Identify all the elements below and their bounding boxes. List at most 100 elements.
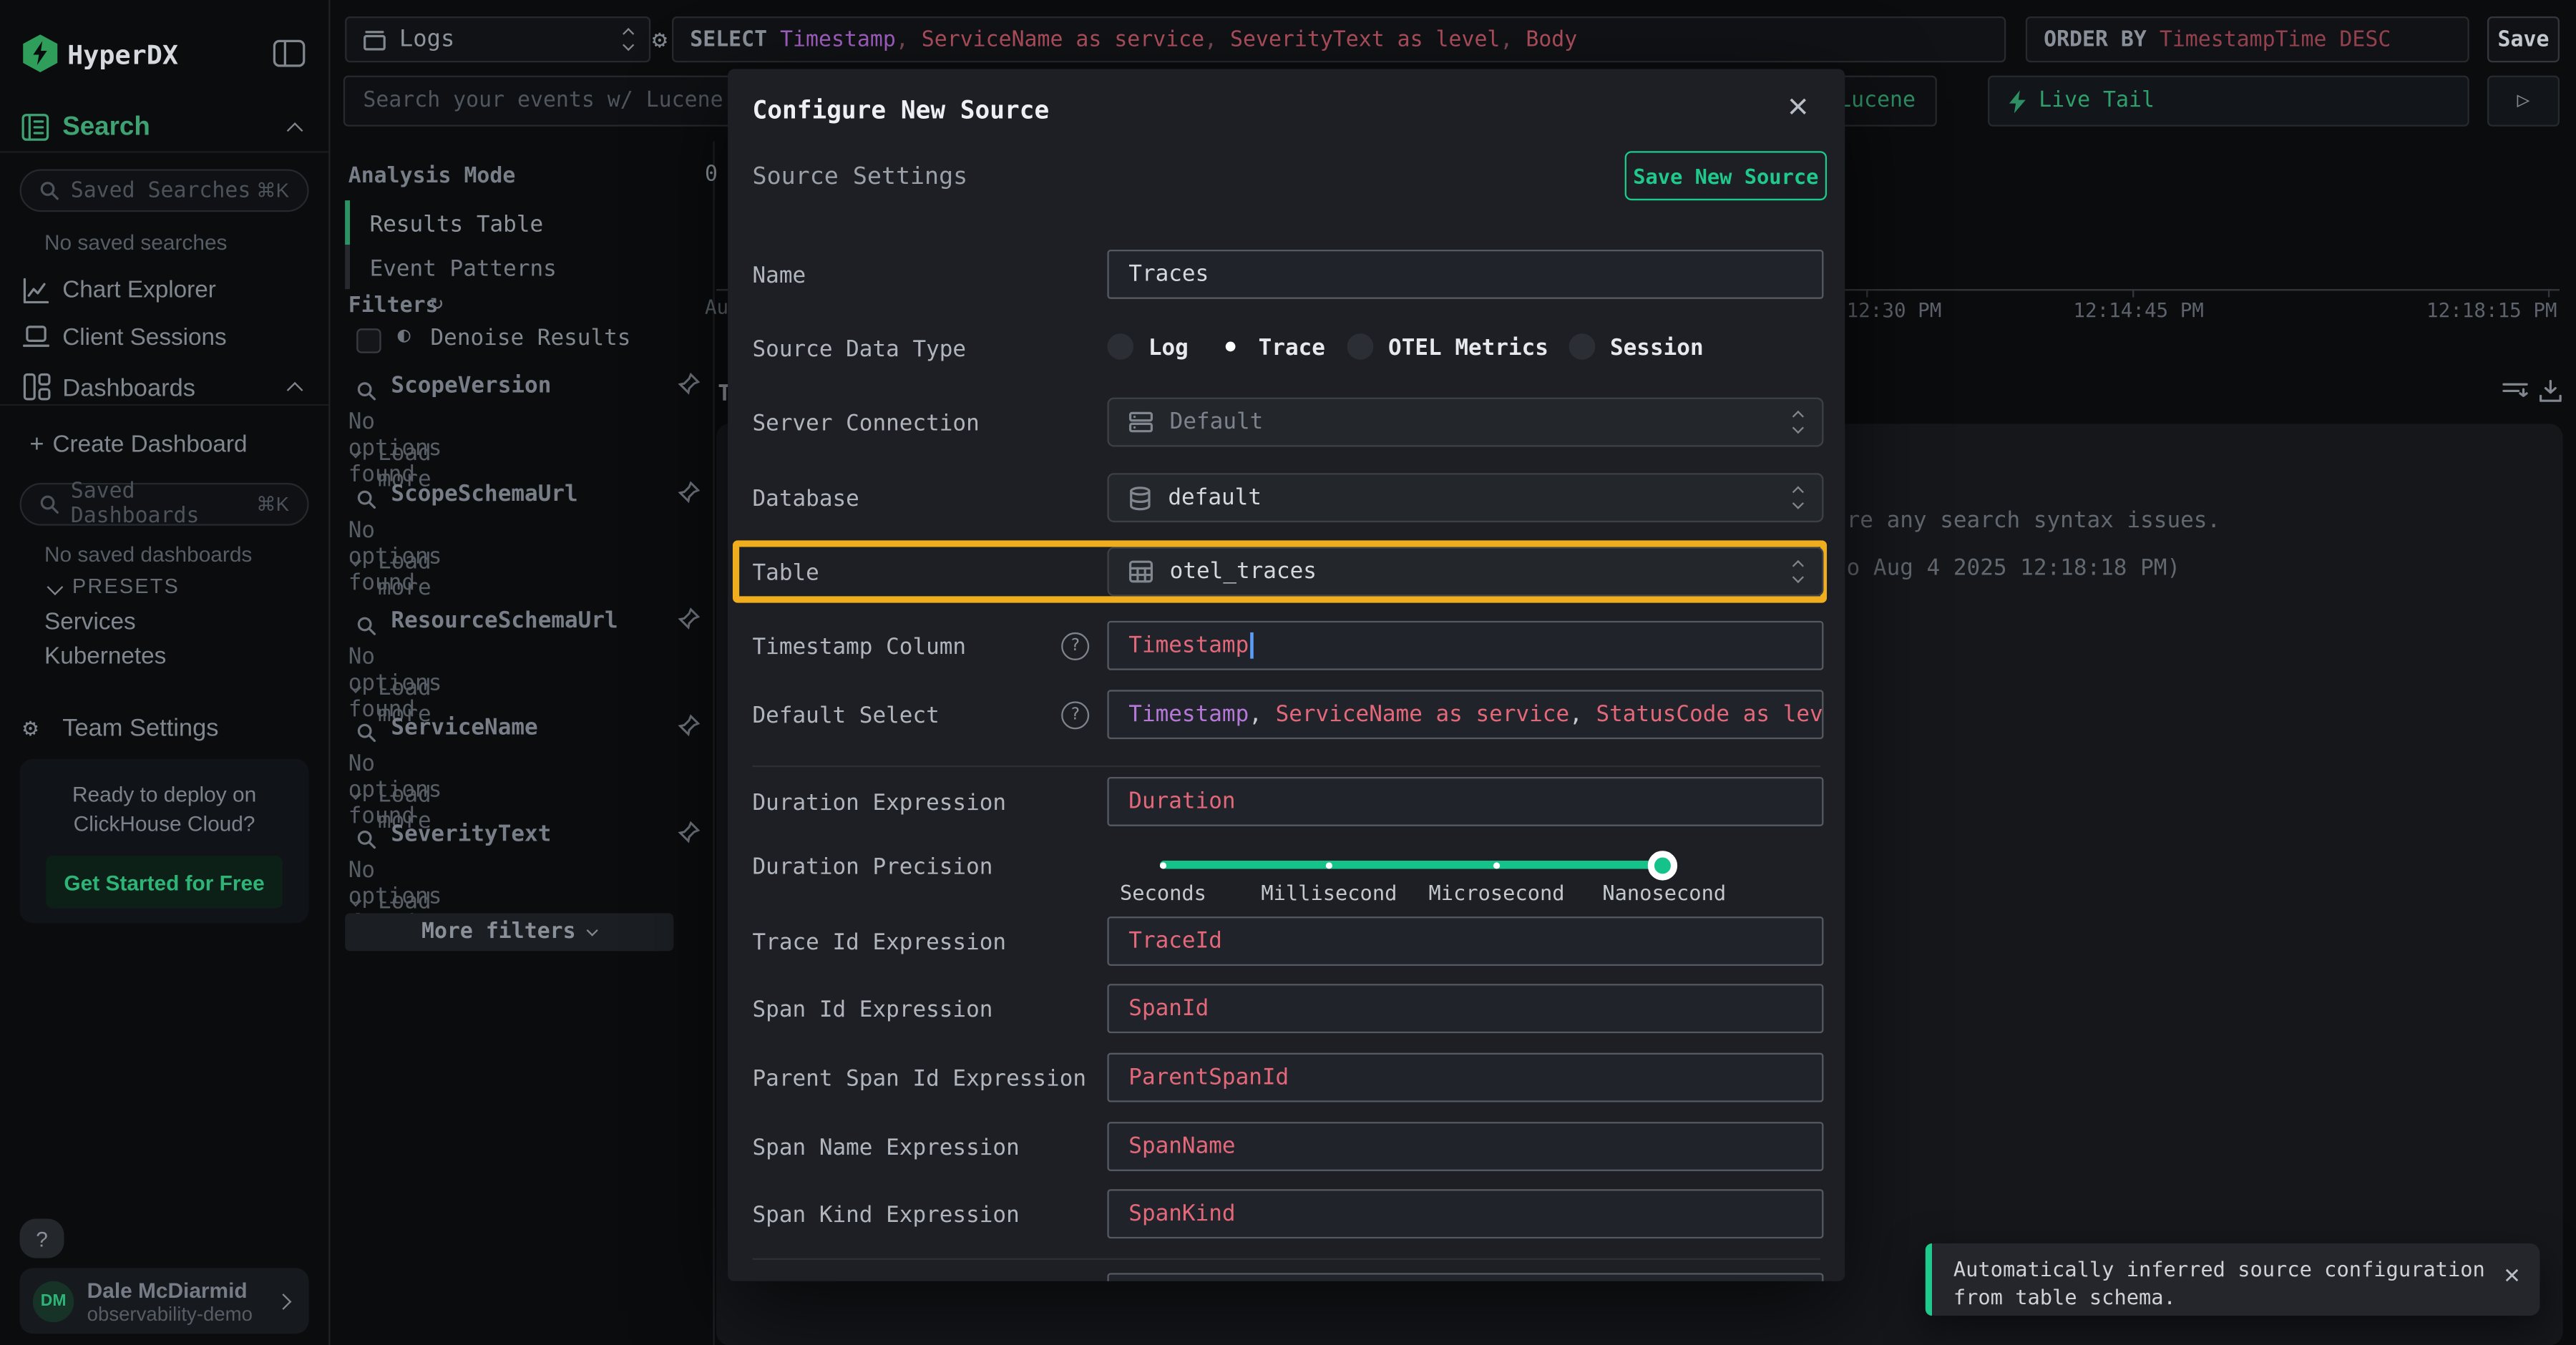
pin-icon[interactable]: [677, 479, 700, 511]
get-started-button[interactable]: Get Started for Free: [46, 856, 283, 908]
radio-otel-metrics[interactable]: [1347, 333, 1374, 360]
span-kind-input[interactable]: SpanKind: [1107, 1189, 1823, 1238]
timestamp-column-input[interactable]: Timestamp: [1107, 621, 1823, 670]
lightning-icon: [2009, 89, 2026, 112]
refresh-icon[interactable]: ↻: [431, 290, 444, 315]
help-button[interactable]: ?: [20, 1219, 64, 1258]
server-connection-label: Server Connection: [753, 411, 980, 437]
server-connection-select[interactable]: Default: [1107, 398, 1823, 447]
sidebar-item-dashboards[interactable]: Dashboards: [62, 374, 195, 402]
sql-comma: ,: [1500, 27, 1513, 52]
sql-token: Timestamp: [767, 27, 896, 52]
download-icon[interactable]: [2538, 379, 2562, 411]
archive-box-icon: [363, 29, 386, 50]
divider: [753, 1258, 1820, 1260]
filter-group-name[interactable]: ScopeSchemaUrl: [391, 481, 577, 508]
radio-session[interactable]: [1569, 333, 1596, 360]
lucene-label: Lucene: [1838, 89, 1916, 113]
slider-label-millisecond[interactable]: Millisecond: [1261, 881, 1397, 905]
radio-otel-metrics-label[interactable]: OTEL Metrics: [1388, 335, 1548, 361]
mode-results-table[interactable]: Results Table: [345, 200, 543, 245]
modal-close-icon[interactable]: ×: [1787, 85, 1809, 128]
promo-line2: ClickHouse Cloud?: [20, 811, 309, 836]
duration-expression-input[interactable]: Duration: [1107, 777, 1823, 826]
slider-thumb[interactable]: [1648, 851, 1677, 880]
duration-precision-slider[interactable]: [1160, 861, 1664, 869]
table-label: Table: [753, 560, 819, 587]
sidebar-item-search[interactable]: Search: [62, 113, 150, 142]
sql-token: SeverityText as level: [1217, 27, 1500, 52]
span-name-label: Span Name Expression: [753, 1135, 1020, 1161]
database-icon: [1128, 485, 1151, 509]
default-select-input[interactable]: Timestamp, ServiceName as service, Statu…: [1107, 690, 1823, 739]
denoise-checkbox[interactable]: [356, 328, 381, 353]
toast-close-icon[interactable]: ×: [2504, 1260, 2520, 1293]
run-query-button[interactable]: ▷: [2487, 76, 2560, 127]
filter-group-name[interactable]: SeverityText: [391, 821, 551, 848]
saved-dashboards-input[interactable]: Saved Dashboards ⌘K: [20, 483, 309, 526]
dashboards-icon: [23, 373, 51, 407]
presets-label[interactable]: PRESETS: [72, 575, 180, 598]
user-menu[interactable]: DM Dale McDiarmid observability-demo: [20, 1268, 309, 1334]
sidebar-item-services[interactable]: Services: [44, 610, 136, 636]
sidebar-item-client-sessions[interactable]: Client Sessions: [62, 326, 226, 352]
slider-label-seconds[interactable]: Seconds: [1120, 881, 1206, 905]
sidebar-item-kubernetes[interactable]: Kubernetes: [44, 644, 166, 670]
search-collapse-chevron-icon[interactable]: [287, 122, 303, 139]
filter-group-name[interactable]: ResourceSchemaUrl: [391, 607, 618, 634]
toast-line1: Automatically inferred source configurat…: [1953, 1256, 2485, 1281]
span-name-input[interactable]: SpanName: [1107, 1122, 1823, 1171]
pin-icon[interactable]: [677, 371, 700, 403]
mode-event-patterns[interactable]: Event Patterns: [345, 245, 557, 289]
table-select[interactable]: otel_traces: [1107, 547, 1823, 597]
load-more-button[interactable]: Load more: [378, 549, 431, 601]
name-input[interactable]: Traces: [1107, 250, 1823, 299]
radio-log-label[interactable]: Log: [1148, 335, 1189, 361]
pin-icon[interactable]: [677, 820, 700, 851]
dashboards-collapse-chevron-icon[interactable]: [287, 382, 303, 398]
live-tail-button[interactable]: Live Tail: [1988, 76, 2469, 127]
user-org: observability-demo: [87, 1302, 253, 1325]
sidebar-item-team-settings[interactable]: Team Settings: [62, 715, 218, 743]
span-id-input[interactable]: SpanId: [1107, 984, 1823, 1033]
slider-label-microsecond[interactable]: Microsecond: [1429, 881, 1565, 905]
save-new-source-button[interactable]: Save New Source: [1625, 151, 1827, 200]
sidebar-item-chart-explorer[interactable]: Chart Explorer: [62, 278, 216, 304]
user-name: Dale McDiarmid: [87, 1277, 253, 1301]
sidebar-collapse-icon[interactable]: [273, 39, 306, 74]
chevron-right-icon: [275, 1293, 292, 1309]
select-chevrons-icon: [1794, 412, 1802, 432]
ds-token: Timestamp: [1128, 701, 1249, 728]
ds-comma: ,: [1569, 701, 1596, 728]
toast-line2: from table schema.: [1953, 1284, 2176, 1309]
source-settings-gear-icon[interactable]: ⚙: [652, 24, 667, 54]
radio-log[interactable]: [1107, 333, 1133, 360]
saved-searches-input[interactable]: Saved Searches ⌘K: [20, 169, 309, 212]
denoise-label[interactable]: Denoise Results: [431, 326, 631, 352]
save-new-source-label: Save New Source: [1633, 163, 1818, 187]
create-dashboard-button[interactable]: Create Dashboard: [52, 432, 247, 459]
slider-label-nanosecond[interactable]: Nanosecond: [1602, 881, 1726, 905]
filter-group-name[interactable]: ScopeVersion: [391, 373, 551, 399]
configure-source-modal: Configure New Source × Source Settings S…: [728, 69, 1845, 1281]
radio-session-label[interactable]: Session: [1610, 335, 1704, 361]
save-button[interactable]: Save: [2487, 16, 2560, 62]
timestamp-column-value: Timestamp: [1128, 632, 1249, 659]
pin-icon[interactable]: [677, 713, 700, 744]
more-filters-button[interactable]: More filters: [345, 914, 673, 952]
trace-id-input[interactable]: TraceId: [1107, 916, 1823, 966]
filter-group-name[interactable]: ServiceName: [391, 715, 537, 741]
order-by-bar[interactable]: ORDER BY TimestampTime DESC: [2026, 16, 2469, 62]
search-section-icon: [21, 113, 49, 147]
column-settings-icon[interactable]: [2502, 379, 2529, 411]
slider-dot: [1493, 861, 1500, 868]
database-select[interactable]: default: [1107, 473, 1823, 522]
pin-icon[interactable]: [677, 606, 700, 637]
source-select[interactable]: Logs: [345, 16, 650, 62]
saved-searches-placeholder: Saved Searches: [71, 178, 251, 202]
radio-trace-label[interactable]: Trace: [1259, 335, 1325, 361]
parent-span-id-input[interactable]: ParentSpanId: [1107, 1053, 1823, 1102]
sql-select-bar[interactable]: SELECT Timestamp, ServiceName as service…: [672, 16, 2006, 62]
clipped-input[interactable]: [1107, 1273, 1823, 1281]
presets-chevron-icon[interactable]: [47, 579, 64, 595]
